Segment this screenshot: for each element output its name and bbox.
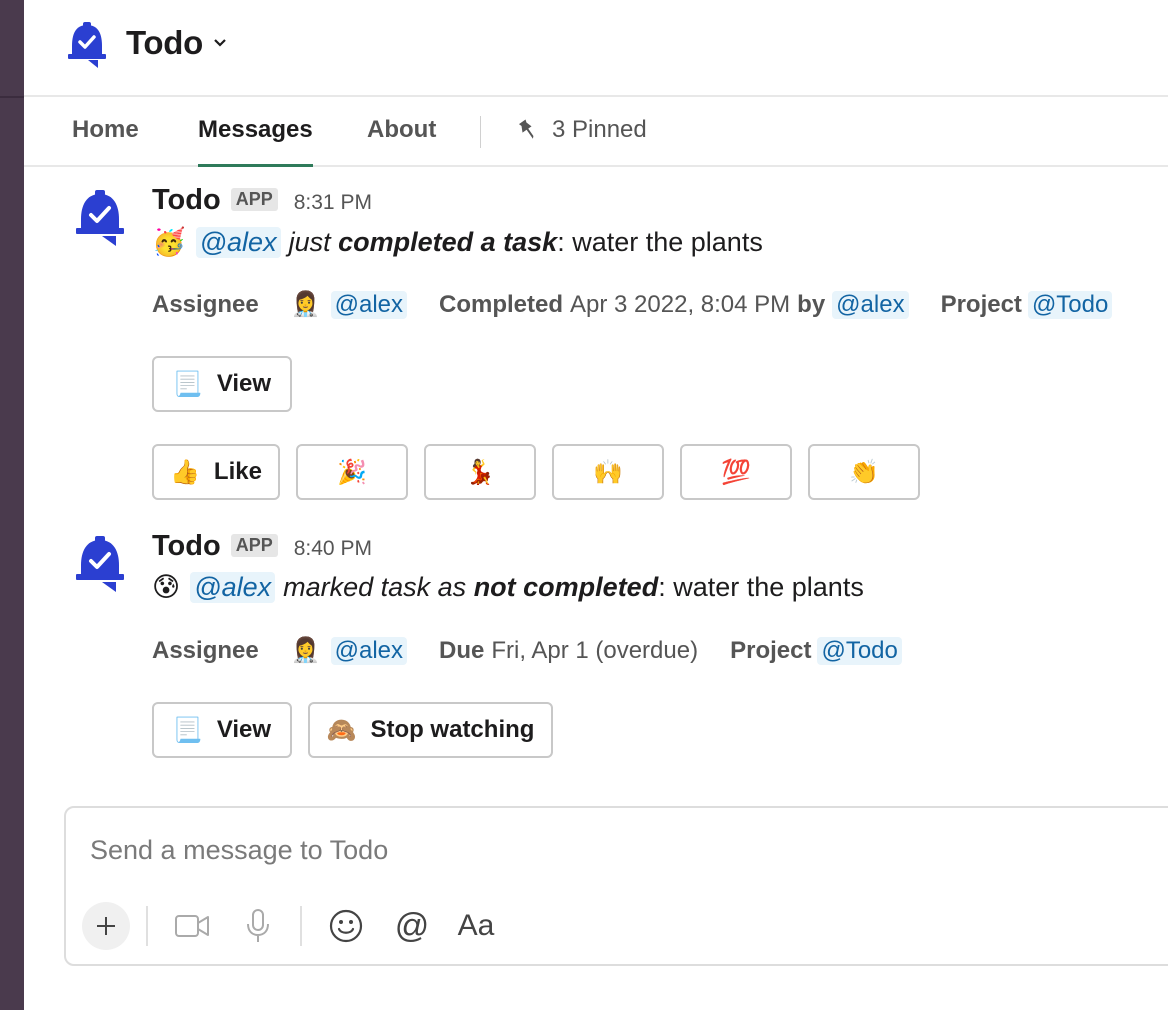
app-badge: APP [230,534,278,557]
smiley-icon [329,909,363,943]
message-meta: Todo APP 8:40 PM [152,530,372,563]
sender-name[interactable]: Todo [152,530,221,563]
emoji-button[interactable] [326,904,366,948]
thumbs-up-icon: 👍 [170,458,200,486]
like-label: Like [213,458,262,485]
audio-clip-button[interactable] [238,904,278,948]
message-composer: @ Aa [64,806,1168,966]
by-label: by [797,290,826,318]
todo-app-logo-icon [68,22,106,68]
dancer-icon: 💃 [465,458,495,486]
view-button-label: View [216,716,272,743]
raised-hands-reaction-button[interactable]: 🙌 [552,444,664,500]
stop-watching-button[interactable]: 🙈 Stop watching [308,702,553,758]
app-badge: APP [230,188,278,211]
dancer-reaction-button[interactable]: 💃 [424,444,536,500]
anxious-face-emoji-icon: 😰 [152,572,181,602]
message-text: 🥳 @alex just completed a task : water th… [152,226,763,258]
assignee-label: Assignee [152,636,259,664]
health-worker-emoji-icon: 👩‍⚕️ [290,291,321,318]
view-button-label: View [216,370,272,397]
see-no-evil-monkey-icon: 🙈 [326,716,357,744]
task-fields: Assignee 👩‍⚕️ @alex Completed Apr 3 2022… [152,290,1113,319]
message-text-bold: completed a task [338,226,558,257]
message-text: 😰 @alex marked task as not completed : w… [152,572,864,603]
clapping-hands-icon: 👏 [849,458,879,486]
assignee-label: Assignee [152,290,259,318]
party-popper-icon: 🎉 [337,458,367,486]
chevron-down-icon [214,39,226,47]
project-mention[interactable]: @Todo [817,636,902,665]
project-mention[interactable]: @Todo [1027,290,1113,319]
project-label: Project [940,290,1022,318]
health-worker-emoji-icon: 👩‍⚕️ [290,637,321,664]
partying-face-emoji-icon: 🥳 [152,227,186,257]
rail-divider [0,96,24,98]
pin-icon [518,119,534,139]
pinned-items-button[interactable]: 3 Pinned [518,116,647,144]
user-mention[interactable]: @alex [195,226,281,258]
hundred-points-icon: 💯 [721,458,751,486]
raised-hands-icon: 🙌 [593,458,623,486]
todo-avatar-icon[interactable] [76,190,124,246]
plus-icon [97,917,115,935]
todo-avatar-icon[interactable] [76,536,124,592]
tab-messages[interactable]: Messages [198,116,313,167]
completed-label: Completed [439,290,564,318]
mention-button[interactable]: @ [390,904,434,948]
view-button[interactable]: 📃 View [152,356,292,412]
tab-about[interactable]: About [367,116,436,167]
microphone-icon [247,909,269,942]
stop-watching-label: Stop watching [370,716,535,743]
hundred-reaction-button[interactable]: 💯 [680,444,792,500]
video-clip-button[interactable] [170,904,214,948]
assignee-mention[interactable]: @alex [330,636,407,665]
message-timestamp[interactable]: 8:40 PM [294,537,372,561]
channel-title: Todo [126,24,203,61]
party-popper-reaction-button[interactable]: 🎉 [296,444,408,500]
user-mention[interactable]: @alex [190,572,276,603]
message-timestamp[interactable]: 8:31 PM [294,191,372,215]
completed-value: Apr 3 2022, 8:04 PM [570,290,791,318]
message-input[interactable] [90,832,990,868]
clap-reaction-button[interactable]: 👏 [808,444,920,500]
composer-divider [300,906,302,946]
sender-name[interactable]: Todo [152,184,221,217]
message-text-bold: not completed [473,572,659,602]
channel-tabs: Home Messages About 3 Pinned [24,98,1168,167]
view-button[interactable]: 📃 View [152,702,292,758]
tab-home[interactable]: Home [72,116,139,167]
formatting-button[interactable]: Aa [452,904,500,948]
message-meta: Todo APP 8:31 PM [152,184,372,217]
video-camera-icon [175,915,209,937]
message-text-italic: just [288,226,339,257]
message-item: Todo APP 8:40 PM 😰 @alex marked task as … [24,530,1168,770]
page-icon: 📃 [172,716,203,744]
text-format-icon: Aa [457,909,495,942]
channel-title-button[interactable]: Todo [126,24,227,62]
due-value: Fri, Apr 1 (overdue) [491,636,699,664]
assignee-mention[interactable]: @alex [330,290,407,319]
project-label: Project [730,636,812,664]
tab-divider [480,116,481,148]
message-text-italic: marked task as [283,572,474,602]
task-fields: Assignee 👩‍⚕️ @alex Due Fri, Apr 1 (over… [152,636,902,665]
at-sign-icon: @ [394,906,430,945]
composer-divider [146,906,148,946]
completed-by-mention[interactable]: @alex [832,290,909,319]
page-icon: 📃 [172,370,203,398]
add-attachment-button[interactable] [82,902,130,950]
due-label: Due [439,636,485,664]
channel-header: Todo [24,0,1168,97]
message-item: Todo APP 8:31 PM 🥳 @alex just completed … [24,184,1168,504]
like-reaction-button[interactable]: 👍 Like [152,444,280,500]
message-text-rest: : water the plants [557,226,763,257]
pinned-count-label: 3 Pinned [552,116,647,143]
message-text-rest: : water the plants [658,572,864,602]
workspace-rail [0,0,24,1010]
